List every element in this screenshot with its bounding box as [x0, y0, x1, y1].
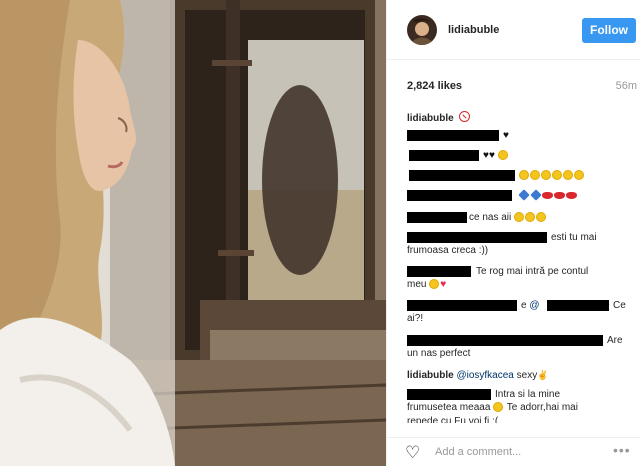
diamond-emoji-icon — [530, 189, 542, 202]
comment-text: Te adorr,hai mai — [506, 402, 578, 413]
comment-text: meu — [407, 279, 427, 290]
likes-count[interactable]: 2,824 likes — [407, 80, 462, 92]
redacted-username — [407, 389, 491, 400]
list-item: lidiabuble @iosyfkacea sexy✌ — [407, 369, 629, 382]
comment-text: un nas perfect — [407, 348, 471, 359]
redacted-username — [407, 266, 471, 277]
redacted-username — [409, 150, 479, 161]
photo-image — [0, 0, 386, 466]
speaker-off-icon — [459, 111, 471, 122]
comment-text: Are — [607, 335, 623, 346]
comment-text: Intra si la mine — [495, 389, 561, 400]
redacted-username — [407, 130, 499, 141]
comment-text: Te rog mai intră pe contul — [476, 266, 589, 277]
heart-outline-icon[interactable]: ♡ — [405, 444, 420, 461]
grin-emoji-icon — [525, 212, 536, 223]
likes-row: 2,824 likes 56m — [407, 80, 637, 94]
list-item — [407, 189, 629, 202]
comment-emojis — [518, 189, 578, 202]
header-username[interactable]: lidiabuble — [448, 24, 499, 36]
list-item — [407, 169, 629, 182]
grin-emoji-icon — [514, 212, 525, 223]
red-heart-icon: ♥ — [440, 279, 447, 290]
comment-text: ce nas aii — [469, 212, 512, 223]
heart-eyes-emoji-icon — [493, 402, 504, 413]
lips-emoji-icon — [542, 191, 553, 199]
redacted-username — [407, 335, 603, 346]
comment-emojis — [519, 170, 585, 181]
mention-link[interactable]: @iosyfkacea — [456, 370, 513, 381]
add-comment-input[interactable]: Add a comment... — [435, 446, 521, 458]
caption-username[interactable]: lidiabuble — [407, 113, 454, 124]
comment-text: e — [521, 300, 527, 311]
redacted-username — [409, 170, 515, 181]
kiss-emoji-icon — [519, 170, 529, 181]
redacted-mention — [547, 300, 609, 311]
mention-link[interactable]: @ — [529, 300, 539, 311]
list-item: Intra si la mine frumusetea meaaa Te ado… — [407, 388, 629, 427]
redacted-username — [407, 190, 512, 201]
list-item: Te rog mai intră pe contul meu ♥ — [407, 265, 629, 291]
comment-text: frumusetea meaaa — [407, 402, 491, 413]
post-header: lidiabuble Follow — [387, 0, 640, 60]
follow-button[interactable]: Follow — [582, 18, 636, 43]
post-timestamp[interactable]: 56m — [616, 80, 637, 92]
caption: lidiabuble — [407, 111, 629, 125]
comment-text: sexy — [516, 370, 538, 381]
redacted-username — [407, 212, 467, 223]
kiss-emoji-icon — [563, 170, 573, 181]
comment-username[interactable]: lidiabuble — [407, 370, 454, 381]
redacted-username — [407, 300, 517, 311]
list-item: e @ Ce ai?! — [407, 299, 629, 325]
comment-text: repede cu Fu voi fi :( — [407, 416, 499, 423]
hand-emoji-icon — [536, 212, 547, 223]
list-item: ♥ — [407, 129, 629, 142]
kiss-emoji-icon — [541, 170, 551, 181]
comment-text: ♥ — [503, 130, 509, 141]
diamond-emoji-icon — [518, 189, 530, 202]
list-item: esti tu mai frumoasa creca :)) — [407, 231, 629, 257]
heart-eyes-emoji-icon — [429, 279, 440, 290]
avatar[interactable] — [407, 15, 437, 45]
list-item: Are un nas perfect — [407, 334, 629, 360]
lips-emoji-icon — [554, 191, 565, 199]
comment-text: esti tu mai — [551, 232, 597, 243]
post-sidebar: lidiabuble Follow 2,824 likes 56m lidiab… — [386, 0, 640, 466]
list-item: ce nas aii — [407, 211, 629, 224]
smile-emoji-icon — [497, 150, 508, 161]
comment-footer: ♡ Add a comment... ••• — [387, 437, 640, 466]
comment-text: ai?! — [407, 313, 424, 324]
kiss-emoji-icon — [552, 170, 562, 181]
kiss-emoji-icon — [574, 170, 584, 181]
lips-emoji-icon — [566, 191, 577, 199]
list-item: ♥♥ — [407, 149, 629, 162]
comment-text: frumoasa creca :)) — [407, 245, 489, 256]
comment-text: Ce — [613, 300, 626, 311]
redacted-username — [407, 232, 547, 243]
comment-text: ♥♥ — [483, 150, 495, 161]
kiss-emoji-icon — [530, 170, 540, 181]
victory-hand-icon: ✌ — [537, 370, 549, 380]
post-photo[interactable] — [0, 0, 386, 466]
more-options-icon[interactable]: ••• — [613, 442, 631, 458]
